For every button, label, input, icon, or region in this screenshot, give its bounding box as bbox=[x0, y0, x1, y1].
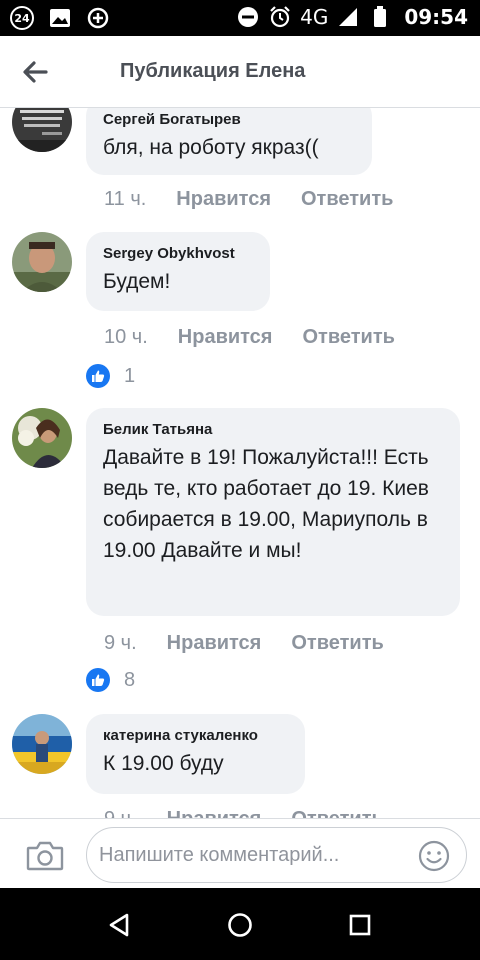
camera-icon bbox=[26, 841, 64, 871]
recents-square-icon bbox=[349, 914, 371, 936]
page-title: Публикация Елена bbox=[120, 60, 306, 82]
camera-button[interactable] bbox=[26, 841, 64, 871]
avatar[interactable] bbox=[12, 714, 72, 774]
comment-bubble[interactable]: Белик Татьяна Давайте в 19! Пожалуйста!!… bbox=[86, 408, 460, 616]
comment-text: Давайте в 19! Пожалуйста!!! Есть ведь те… bbox=[103, 446, 429, 562]
like-button[interactable]: Нравится bbox=[167, 808, 262, 818]
nav-home-button[interactable] bbox=[225, 910, 255, 940]
back-button[interactable] bbox=[20, 58, 50, 86]
reaction-count: 8 bbox=[124, 668, 136, 691]
arrow-left-icon bbox=[23, 61, 48, 83]
comment-input[interactable]: Напишите комментарий... bbox=[86, 827, 467, 883]
like-button[interactable]: Нравится bbox=[167, 632, 262, 655]
notification-count-badge: 24 bbox=[10, 6, 34, 30]
status-bar: 24 4G 09:54 bbox=[0, 0, 480, 36]
reaction-summary[interactable]: 1 bbox=[86, 364, 135, 388]
avatar[interactable] bbox=[12, 108, 72, 152]
image-icon bbox=[48, 6, 72, 30]
comments-list[interactable]: Сергей Богатырев бля, на роботу якраз(( … bbox=[0, 108, 480, 818]
like-reaction-icon bbox=[86, 364, 110, 388]
comment-author[interactable]: Sergey Obykhvost bbox=[103, 244, 253, 264]
reply-button[interactable]: Ответить bbox=[302, 326, 394, 349]
home-circle-icon bbox=[228, 913, 252, 937]
comment-time[interactable]: 11 ч. bbox=[104, 188, 146, 211]
system-nav-bar bbox=[0, 888, 480, 960]
nav-recents-button[interactable] bbox=[345, 910, 375, 940]
comment-author[interactable]: Белик Татьяна bbox=[103, 420, 443, 440]
comment-time[interactable]: 10 ч. bbox=[104, 326, 148, 349]
plus-circle-icon bbox=[86, 6, 110, 30]
back-triangle-icon bbox=[109, 913, 129, 937]
reply-button[interactable]: Ответить bbox=[291, 808, 383, 818]
battery-icon bbox=[368, 5, 392, 29]
comment-input-placeholder: Напишите комментарий... bbox=[99, 844, 340, 866]
network-type-label: 4G bbox=[300, 5, 329, 29]
emoji-button[interactable] bbox=[418, 840, 450, 872]
post-header: Публикация Елена bbox=[0, 36, 480, 108]
reply-button[interactable]: Ответить bbox=[291, 632, 383, 655]
reaction-summary[interactable]: 8 bbox=[86, 668, 135, 692]
comment-time[interactable]: 9 ч. bbox=[104, 632, 137, 655]
comment-composer: Напишите комментарий... bbox=[0, 818, 480, 888]
comment-time[interactable]: 9 ч. bbox=[104, 808, 137, 818]
reaction-count: 1 bbox=[124, 364, 136, 387]
clock: 09:54 bbox=[404, 5, 468, 29]
signal-icon bbox=[336, 5, 360, 29]
comment-author[interactable]: катерина стукаленко bbox=[103, 726, 288, 746]
comment-bubble[interactable]: катерина стукаленко К 19.00 буду bbox=[86, 714, 305, 794]
comment-text: бля, на роботу якраз(( bbox=[103, 136, 319, 159]
avatar[interactable] bbox=[12, 408, 72, 468]
nav-back-button[interactable] bbox=[104, 910, 134, 940]
do-not-disturb-icon bbox=[236, 5, 260, 29]
like-reaction-icon bbox=[86, 668, 110, 692]
like-button[interactable]: Нравится bbox=[178, 326, 273, 349]
emoji-icon bbox=[418, 840, 450, 872]
like-button[interactable]: Нравится bbox=[176, 188, 271, 211]
comment-text: Будем! bbox=[103, 270, 171, 293]
comment-author[interactable]: Сергей Богатырев bbox=[103, 110, 355, 130]
reply-button[interactable]: Ответить bbox=[301, 188, 393, 211]
comment-bubble[interactable]: Сергей Богатырев бля, на роботу якраз(( bbox=[86, 108, 372, 175]
comment-bubble[interactable]: Sergey Obykhvost Будем! bbox=[86, 232, 270, 311]
avatar[interactable] bbox=[12, 232, 72, 292]
comment-text: К 19.00 буду bbox=[103, 752, 224, 775]
alarm-icon bbox=[268, 5, 292, 29]
